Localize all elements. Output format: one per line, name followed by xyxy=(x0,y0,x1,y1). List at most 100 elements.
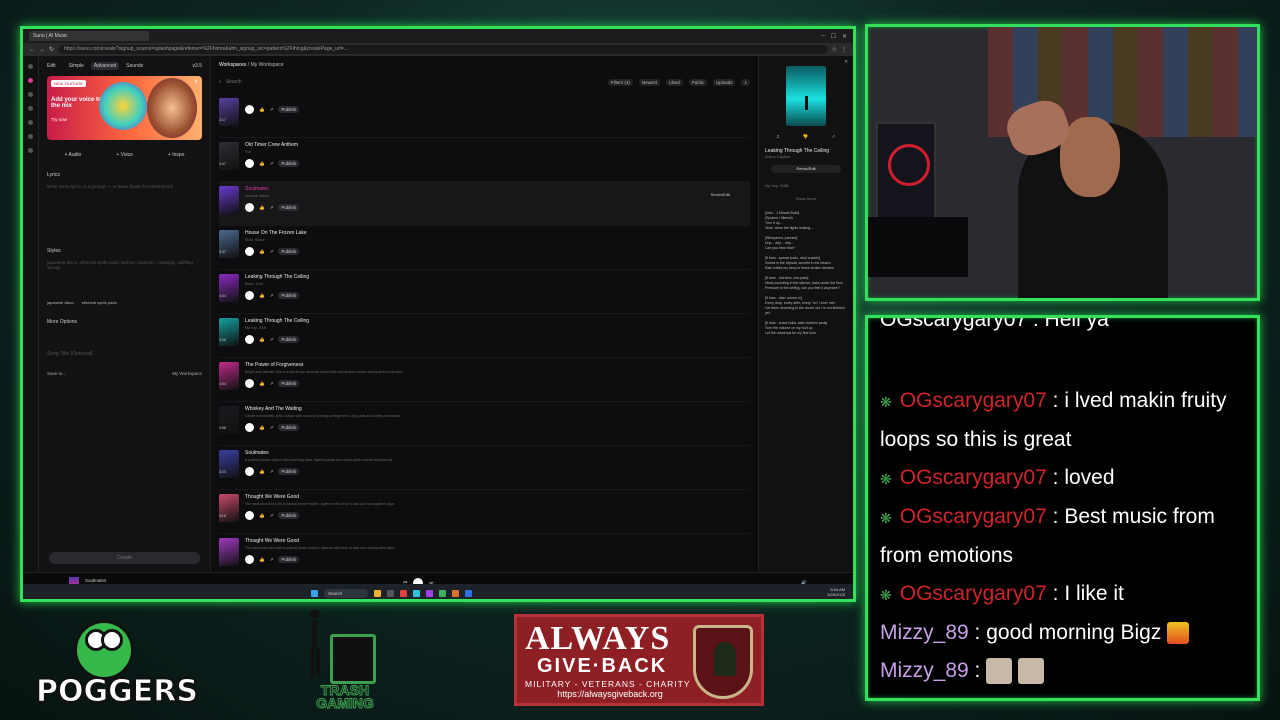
styles-header[interactable]: Styles xyxy=(47,248,202,254)
song-row[interactable]: 3:56 Whiskey And The Waiting Gentle mela… xyxy=(219,402,750,446)
detail-caption[interactable]: Add a Caption xyxy=(765,154,847,159)
uploads-filter[interactable]: Uploads xyxy=(712,78,736,86)
create-icon[interactable] xyxy=(28,78,33,83)
publish-button[interactable]: Publish xyxy=(278,336,300,343)
like-icon[interactable]: 👍 xyxy=(259,107,265,113)
dislike-icon[interactable]: 👎 xyxy=(803,134,809,140)
chat-username[interactable]: Mizzy_89 xyxy=(880,621,969,644)
publish-button[interactable]: Publish xyxy=(278,556,300,563)
detail-close-icon[interactable]: ✕ xyxy=(844,59,848,65)
reload-icon[interactable]: ↻ xyxy=(49,46,54,53)
song-play-button[interactable] xyxy=(245,203,254,212)
publish-button[interactable]: Publish xyxy=(278,204,300,211)
song-play-button[interactable] xyxy=(245,423,254,432)
song-thumb[interactable] xyxy=(219,538,239,566)
like-icon[interactable]: 👍 xyxy=(259,425,265,431)
song-row[interactable]: 2:17 👍 ↗ Publish xyxy=(219,94,750,138)
song-title[interactable]: Soulmates xyxy=(245,186,750,192)
song-title[interactable]: Leaking Through The Ceiling xyxy=(245,318,750,324)
like-count[interactable]: 2 xyxy=(777,134,780,140)
song-title[interactable]: Old Timer Crew Anthem xyxy=(245,142,750,148)
sort-button[interactable]: Newest xyxy=(638,78,660,86)
address-bar[interactable]: https://suno.com/create?signup_source=sp… xyxy=(58,45,828,54)
publish-button[interactable]: Publish xyxy=(278,380,300,387)
browser-tab[interactable]: Suno | AI Music xyxy=(29,31,149,41)
song-play-button[interactable] xyxy=(245,555,254,564)
song-play-button[interactable] xyxy=(245,291,254,300)
share-icon[interactable]: ↗ xyxy=(270,107,274,113)
create-button[interactable]: Create xyxy=(49,552,200,564)
chat-username[interactable]: OGscarygary07 xyxy=(900,389,1047,412)
publish-button[interactable]: Publish xyxy=(278,468,300,475)
song-row[interactable]: 4:04 The Power of Forgiveness Bright and… xyxy=(219,358,750,402)
settings-icon[interactable] xyxy=(28,148,33,153)
share-icon[interactable]: ↗ xyxy=(270,205,274,211)
explore-icon[interactable] xyxy=(28,106,33,111)
taskbar-search[interactable]: Search xyxy=(324,588,368,598)
save-target[interactable]: My Workspace xyxy=(172,371,202,376)
show-more-button[interactable]: Show More xyxy=(765,196,847,201)
menu-icon[interactable]: ⋮ xyxy=(841,46,847,53)
app-icon[interactable] xyxy=(439,589,446,597)
app-icon[interactable] xyxy=(400,589,407,597)
song-play-button[interactable] xyxy=(245,467,254,476)
song-thumb[interactable] xyxy=(219,186,239,214)
add-voice-button[interactable]: + Voice xyxy=(116,152,133,158)
like-icon[interactable]: 👍 xyxy=(259,293,265,299)
share-icon[interactable]: ↗ xyxy=(270,381,274,387)
song-row[interactable]: 3:47 Old Timer Crew Anthem Fun 👍 ↗ Publi… xyxy=(219,138,750,182)
song-row[interactable]: 3:16 Thought We Were Good The track laun… xyxy=(219,490,750,534)
chat-username[interactable]: Mizzy_89 xyxy=(880,659,969,682)
share-icon[interactable]: ↗ xyxy=(270,557,274,563)
home-icon[interactable] xyxy=(28,64,33,69)
app-icon[interactable] xyxy=(452,589,459,597)
app-icon[interactable] xyxy=(465,589,472,597)
song-play-button[interactable] xyxy=(245,247,254,256)
like-icon[interactable]: 👍 xyxy=(259,513,265,519)
app-icon[interactable] xyxy=(426,589,433,597)
save-to-row[interactable]: Save to... My Workspace xyxy=(47,371,202,376)
minimize-icon[interactable]: – xyxy=(821,33,824,40)
windows-start-icon[interactable] xyxy=(311,589,318,597)
mode-advanced[interactable]: Advanced xyxy=(90,62,120,70)
remix-button[interactable]: Remix/Edit xyxy=(711,192,730,197)
song-title-input[interactable]: Song Title (Optional) xyxy=(47,351,202,357)
app-icon[interactable] xyxy=(387,589,394,597)
like-icon[interactable]: 👍 xyxy=(259,557,265,563)
song-row[interactable]: 4:44 Leaking Through The Ceiling Blues, … xyxy=(219,270,750,314)
song-row[interactable]: 3:26 Leaking Through The Ceiling Hip hop… xyxy=(219,314,750,358)
song-title[interactable]: Leaking Through The Ceiling xyxy=(245,274,750,280)
song-row[interactable]: Thought We Were Good The track launches … xyxy=(219,534,750,572)
search-input[interactable]: Search xyxy=(226,79,242,85)
app-icon[interactable] xyxy=(374,589,381,597)
promo-close-icon[interactable]: ✕ xyxy=(193,79,198,85)
chat-username[interactable]: OGscarygary07 xyxy=(900,505,1047,528)
style-chip[interactable]: japanese disco xyxy=(47,300,74,305)
like-icon[interactable]: 👍 xyxy=(259,469,265,475)
like-icon[interactable]: 👍 xyxy=(259,381,265,387)
more-options[interactable]: More Options xyxy=(47,319,202,325)
star-icon[interactable]: ☆ xyxy=(832,46,837,53)
share-icon[interactable]: ↗ xyxy=(270,161,274,167)
song-play-button[interactable] xyxy=(245,379,254,388)
publish-button[interactable]: Publish xyxy=(278,248,300,255)
like-icon[interactable]: 👍 xyxy=(259,337,265,343)
like-icon[interactable]: 👍 xyxy=(259,161,265,167)
song-title[interactable]: Thought We Were Good xyxy=(245,538,750,544)
taskbar-clock[interactable]: 8:54 AM 5/28/2025 xyxy=(827,587,845,597)
mode-simple[interactable]: Simple xyxy=(66,62,87,70)
back-icon[interactable]: ← xyxy=(29,47,35,53)
public-filter[interactable]: Public xyxy=(688,78,707,86)
style-chip[interactable]: ethereal synth pads xyxy=(82,300,117,305)
share-icon[interactable]: ↗ xyxy=(832,134,836,140)
share-icon[interactable]: ↗ xyxy=(270,469,274,475)
publish-button[interactable]: Publish xyxy=(278,160,300,167)
version-select[interactable]: v3.5 xyxy=(193,63,202,69)
notifications-icon[interactable] xyxy=(28,134,33,139)
publish-button[interactable]: Publish xyxy=(278,292,300,299)
share-icon[interactable]: ↗ xyxy=(270,293,274,299)
mode-sounds[interactable]: Sounds xyxy=(123,62,146,70)
close-icon[interactable]: ✕ xyxy=(842,33,847,40)
lyrics-input[interactable]: Write some lyrics or a prompt — or leave… xyxy=(47,184,202,234)
song-title[interactable]: House On The Frozen Lake xyxy=(245,230,750,236)
